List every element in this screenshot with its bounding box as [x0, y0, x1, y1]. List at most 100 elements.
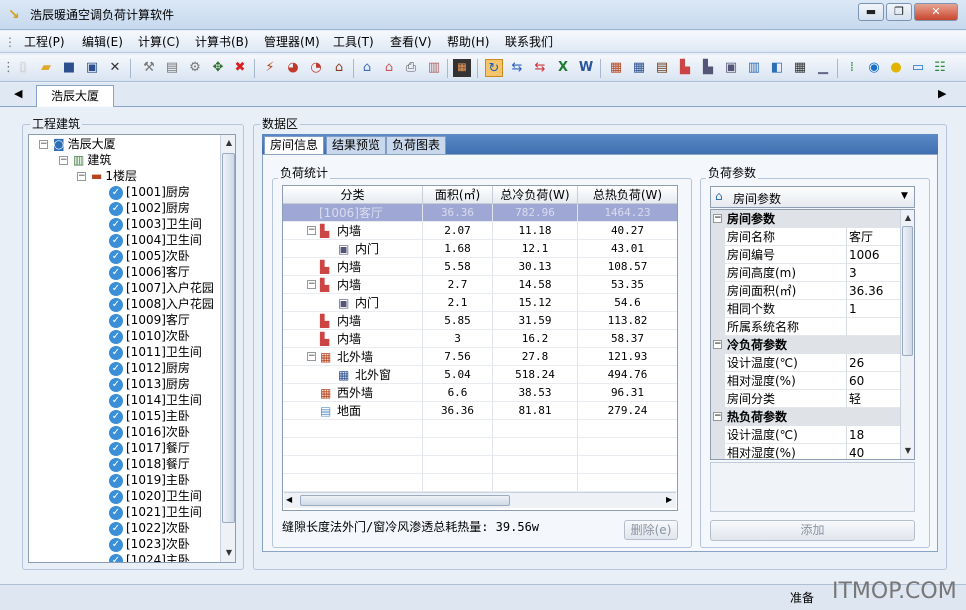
table-row[interactable]: −⌂[1006]客厅36.36782.961464.23 — [283, 204, 677, 222]
house-icon[interactable]: ⌂ — [358, 59, 376, 77]
tab-scroll-left-icon[interactable]: ◀ — [14, 87, 22, 100]
minimize-icon[interactable]: ▬ — [858, 3, 884, 21]
close-icon[interactable]: ✕ — [914, 3, 958, 21]
property-value[interactable]: 1006 — [847, 246, 901, 264]
property-row[interactable]: 相对湿度(%) 60 — [711, 372, 901, 390]
property-value[interactable]: 1 — [847, 300, 901, 318]
table-row[interactable]: − ▙ 内墙 2.07 11.18 40.27 — [283, 222, 677, 240]
table-row[interactable]: ▣ 内门 2.1 15.12 54.6 — [283, 294, 677, 312]
tree-node-room[interactable]: ✓ [1005]次卧 — [109, 248, 190, 264]
load-stats-grid[interactable]: 分类 面积(㎡) 总冷负荷(W) 总热负荷(W) −⌂[1006]客厅36.36… — [282, 185, 678, 511]
collapse-icon[interactable]: − — [713, 340, 722, 349]
scroll-left-icon[interactable]: ◀ — [286, 495, 292, 504]
column-header-category[interactable]: 分类 — [283, 186, 423, 204]
word-icon[interactable]: W — [577, 59, 595, 77]
scroll-up-icon[interactable]: ▲ — [901, 210, 914, 226]
table-row[interactable]: − ▦ 北外墙 7.56 27.8 121.93 — [283, 348, 677, 366]
delete-button[interactable]: 删除(e) — [624, 520, 678, 540]
restore-icon[interactable]: ❐ — [886, 3, 912, 21]
tree-node-room[interactable]: ✓ [1014]卫生间 — [109, 392, 202, 408]
property-row[interactable]: 房间分类轻 — [711, 390, 901, 408]
collapse-icon[interactable]: − — [77, 172, 86, 181]
new-file-icon[interactable]: ▯ — [14, 59, 32, 77]
property-value[interactable]: 18 — [847, 426, 901, 444]
tree-node-room[interactable]: ✓ [1010]次卧 — [109, 328, 190, 344]
property-value[interactable]: 轻 — [847, 390, 901, 408]
property-row[interactable]: 相对湿度(%) 40 — [711, 444, 901, 459]
tree-node-room[interactable]: ✓ [1004]卫生间 — [109, 232, 202, 248]
save-icon[interactable]: ■ — [60, 59, 78, 77]
window-icon[interactable]: ▤ — [653, 59, 671, 77]
delete-x-icon[interactable]: ✕ — [106, 59, 124, 77]
terminal-icon[interactable]: ▦ — [453, 59, 471, 77]
tree-node-room[interactable]: ✓ [1013]厨房 — [109, 376, 190, 392]
menu-help[interactable]: 帮助(H) — [447, 34, 489, 50]
tree-node-room[interactable]: ✓ [1018]餐厅 — [109, 456, 190, 472]
project-tree[interactable]: − ◙ 浩辰大厦 − ▥ 建筑 − ▬ 1楼层 ✓ [1001]厨房 ✓ [1002]厨房 ✓… — [28, 134, 236, 563]
menu-manager[interactable]: 管理器(M) — [264, 34, 320, 50]
param-type-dropdown[interactable]: ⌂ 房间参数 ▼ — [710, 186, 915, 208]
tree-node-building[interactable]: ▥ 建筑 — [73, 152, 111, 168]
property-row[interactable]: 房间面积(㎡) 36.36 — [711, 282, 901, 300]
book-icon[interactable]: ◧ — [768, 59, 786, 77]
door-icon[interactable]: ▣ — [722, 59, 740, 77]
export-icon[interactable]: ⎙ — [402, 59, 420, 77]
table-row[interactable]: ▙ 内墙 3 16.2 58.37 — [283, 330, 677, 348]
active-tool-icon[interactable]: ↻ — [485, 59, 503, 77]
door-icon[interactable]: ▙ — [699, 59, 717, 77]
property-scrollbar[interactable]: ▲ ▼ — [900, 210, 914, 459]
tree-node-room[interactable]: ✓ [1023]次卧 — [109, 536, 190, 552]
excel-icon[interactable]: X — [554, 59, 572, 77]
tree-node-room[interactable]: ✓ [1001]厨房 — [109, 184, 190, 200]
tree-node-room[interactable]: ✓ [1024]主卧 — [109, 552, 190, 562]
property-row[interactable]: 房间高度(m) 3 — [711, 264, 901, 282]
tree-node-room[interactable]: ✓ [1009]客厅 — [109, 312, 190, 328]
scroll-thumb[interactable] — [300, 495, 510, 506]
property-row[interactable]: 房间编号 1006 — [711, 246, 901, 264]
calc-icon[interactable]: ◔ — [307, 59, 325, 77]
settings-icon[interactable]: ⁞ — [843, 59, 861, 77]
property-category[interactable]: − 冷负荷参数 — [711, 336, 901, 354]
export-icon[interactable]: ▥ — [425, 59, 443, 77]
table-row[interactable]: ▤ 地面 36.36 81.81 279.24 — [283, 402, 677, 420]
calc-icon[interactable]: ⚡ — [261, 59, 279, 77]
tree-node-room[interactable]: ✓ [1011]卫生间 — [109, 344, 202, 360]
menu-contact[interactable]: 联系我们 — [505, 34, 553, 50]
calc-icon[interactable]: ◕ — [284, 59, 302, 77]
property-value[interactable]: 36.36 — [847, 282, 901, 300]
menu-report[interactable]: 计算书(B) — [195, 34, 249, 50]
tree-scrollbar[interactable]: ▲ ▼ — [220, 135, 235, 562]
building-icon[interactable]: ⌂ — [330, 59, 348, 77]
menu-calculate[interactable]: 计算(C) — [138, 34, 180, 50]
property-value[interactable]: 客厅 — [847, 228, 901, 246]
table-row[interactable]: ▙ 内墙 5.85 31.59 113.82 — [283, 312, 677, 330]
settings-icon[interactable]: ☷ — [931, 59, 949, 77]
property-row[interactable]: 房间名称 客厅 — [711, 228, 901, 246]
tab-room-info[interactable]: 房间信息 — [264, 136, 325, 154]
tool-icon[interactable]: ⚒ — [140, 59, 158, 77]
monitor-icon[interactable]: ▭ — [909, 59, 927, 77]
tree-node-room[interactable]: ✓ [1019]主卧 — [109, 472, 190, 488]
tree-node-room[interactable]: ✓ [1012]厨房 — [109, 360, 190, 376]
column-header-heating-load[interactable]: 总热负荷(W) — [578, 186, 677, 204]
tree-node-room[interactable]: ✓ [1008]入户花园 — [109, 296, 214, 312]
table-row[interactable]: ▦ 西外墙 6.6 38.53 96.31 — [283, 384, 677, 402]
property-category[interactable]: − 热负荷参数 — [711, 408, 901, 426]
property-row[interactable]: 相同个数 1 — [711, 300, 901, 318]
tool-icon[interactable]: ▤ — [163, 59, 181, 77]
door-icon[interactable]: ▙ — [676, 59, 694, 77]
add-button[interactable]: 添加 — [710, 520, 915, 541]
book-icon[interactable]: ▥ — [745, 59, 763, 77]
bulb-icon[interactable]: ● — [887, 59, 905, 77]
red-close-icon[interactable]: ✖ — [231, 59, 249, 77]
table-icon[interactable]: ▦ — [791, 59, 809, 77]
property-row[interactable]: 所属系统名称 — [711, 318, 901, 336]
property-value[interactable]: 40 — [847, 444, 901, 459]
tab-result-preview[interactable]: 结果预览 — [326, 136, 387, 154]
table-row[interactable]: − ▙ 内墙 2.7 14.58 53.35 — [283, 276, 677, 294]
tree-node-room[interactable]: ✓ [1016]次卧 — [109, 424, 190, 440]
menu-project[interactable]: 工程(P) — [24, 34, 65, 50]
tool-icon[interactable]: ⚙ — [186, 59, 204, 77]
tree-node-room[interactable]: ✓ [1002]厨房 — [109, 200, 190, 216]
tree-node-room[interactable]: ✓ [1007]入户花园 — [109, 280, 214, 296]
